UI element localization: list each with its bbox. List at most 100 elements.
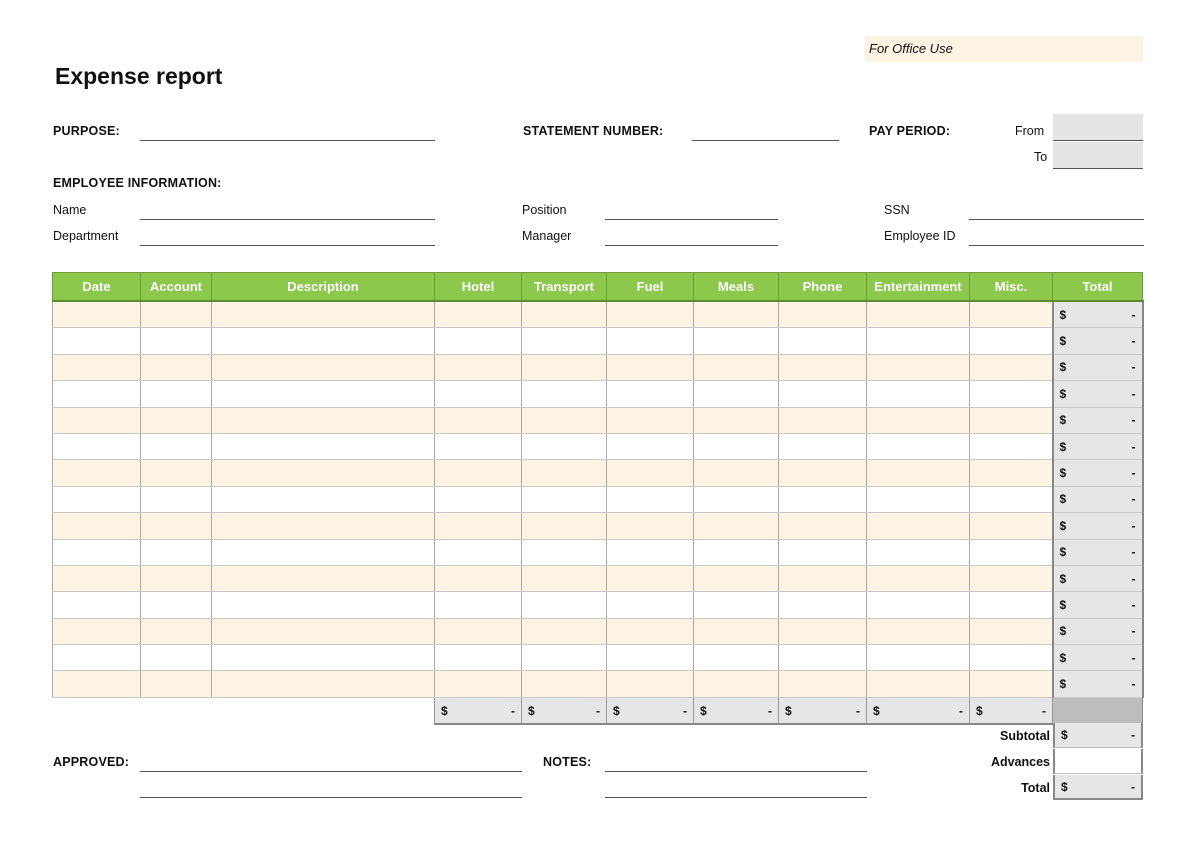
cell-hotel[interactable]	[434, 459, 522, 487]
cell-hotel[interactable]	[434, 433, 522, 461]
cell-meals[interactable]	[693, 459, 779, 487]
cell-entertainment[interactable]	[866, 433, 970, 461]
cell-phone[interactable]	[778, 459, 867, 487]
cell-account[interactable]	[140, 591, 212, 619]
cell-misc[interactable]	[969, 433, 1053, 461]
cell-entertainment[interactable]	[866, 618, 970, 646]
cell-phone[interactable]	[778, 644, 867, 672]
statement-number-field[interactable]	[692, 140, 839, 141]
cell-description[interactable]	[211, 433, 435, 461]
cell-date[interactable]	[52, 433, 141, 461]
cell-meals[interactable]	[693, 618, 779, 646]
cell-date[interactable]	[52, 512, 141, 540]
cell-account[interactable]	[140, 354, 212, 382]
cell-description[interactable]	[211, 459, 435, 487]
cell-fuel[interactable]	[606, 301, 694, 329]
cell-entertainment[interactable]	[866, 354, 970, 382]
cell-account[interactable]	[140, 459, 212, 487]
cell-account[interactable]	[140, 380, 212, 408]
cell-hotel[interactable]	[434, 380, 522, 408]
cell-misc[interactable]	[969, 618, 1053, 646]
cell-fuel[interactable]	[606, 433, 694, 461]
cell-transport[interactable]	[521, 433, 607, 461]
cell-date[interactable]	[52, 565, 141, 593]
cell-date[interactable]	[52, 670, 141, 698]
cell-meals[interactable]	[693, 301, 779, 329]
cell-hotel[interactable]	[434, 565, 522, 593]
cell-description[interactable]	[211, 670, 435, 698]
employee-id-field[interactable]	[969, 245, 1144, 246]
department-field[interactable]	[140, 245, 435, 246]
cell-meals[interactable]	[693, 512, 779, 540]
cell-description[interactable]	[211, 407, 435, 434]
cell-hotel[interactable]	[434, 327, 522, 355]
cell-hotel[interactable]	[434, 512, 522, 540]
cell-transport[interactable]	[521, 407, 607, 434]
cell-entertainment[interactable]	[866, 512, 970, 540]
cell-phone[interactable]	[778, 301, 867, 329]
cell-account[interactable]	[140, 433, 212, 461]
cell-date[interactable]	[52, 618, 141, 646]
name-field[interactable]	[140, 219, 435, 220]
approved-field-1[interactable]	[140, 771, 522, 772]
cell-hotel[interactable]	[434, 618, 522, 646]
cell-misc[interactable]	[969, 539, 1053, 566]
cell-entertainment[interactable]	[866, 407, 970, 434]
cell-date[interactable]	[52, 591, 141, 619]
advances-field[interactable]	[1053, 749, 1143, 774]
cell-misc[interactable]	[969, 380, 1053, 408]
cell-misc[interactable]	[969, 670, 1053, 698]
cell-account[interactable]	[140, 565, 212, 593]
cell-meals[interactable]	[693, 407, 779, 434]
cell-phone[interactable]	[778, 670, 867, 698]
cell-account[interactable]	[140, 618, 212, 646]
cell-misc[interactable]	[969, 354, 1053, 382]
cell-account[interactable]	[140, 486, 212, 514]
cell-entertainment[interactable]	[866, 301, 970, 329]
cell-date[interactable]	[52, 459, 141, 487]
cell-description[interactable]	[211, 539, 435, 566]
cell-meals[interactable]	[693, 486, 779, 514]
cell-hotel[interactable]	[434, 644, 522, 672]
ssn-field[interactable]	[969, 219, 1144, 220]
cell-meals[interactable]	[693, 539, 779, 566]
cell-fuel[interactable]	[606, 591, 694, 619]
cell-meals[interactable]	[693, 380, 779, 408]
cell-phone[interactable]	[778, 539, 867, 566]
cell-fuel[interactable]	[606, 327, 694, 355]
cell-phone[interactable]	[778, 407, 867, 434]
cell-account[interactable]	[140, 512, 212, 540]
cell-transport[interactable]	[521, 565, 607, 593]
cell-meals[interactable]	[693, 670, 779, 698]
cell-date[interactable]	[52, 407, 141, 434]
cell-phone[interactable]	[778, 327, 867, 355]
cell-fuel[interactable]	[606, 380, 694, 408]
cell-fuel[interactable]	[606, 354, 694, 382]
cell-meals[interactable]	[693, 565, 779, 593]
cell-date[interactable]	[52, 486, 141, 514]
cell-phone[interactable]	[778, 486, 867, 514]
cell-transport[interactable]	[521, 380, 607, 408]
cell-transport[interactable]	[521, 618, 607, 646]
cell-hotel[interactable]	[434, 407, 522, 434]
cell-meals[interactable]	[693, 591, 779, 619]
cell-account[interactable]	[140, 327, 212, 355]
cell-fuel[interactable]	[606, 565, 694, 593]
cell-account[interactable]	[140, 301, 212, 329]
position-field[interactable]	[605, 219, 778, 220]
cell-entertainment[interactable]	[866, 380, 970, 408]
cell-misc[interactable]	[969, 459, 1053, 487]
cell-fuel[interactable]	[606, 670, 694, 698]
cell-misc[interactable]	[969, 486, 1053, 514]
cell-meals[interactable]	[693, 327, 779, 355]
cell-misc[interactable]	[969, 512, 1053, 540]
cell-fuel[interactable]	[606, 618, 694, 646]
cell-phone[interactable]	[778, 565, 867, 593]
cell-entertainment[interactable]	[866, 644, 970, 672]
cell-misc[interactable]	[969, 407, 1053, 434]
cell-phone[interactable]	[778, 354, 867, 382]
cell-entertainment[interactable]	[866, 539, 970, 566]
cell-phone[interactable]	[778, 512, 867, 540]
notes-field-2[interactable]	[605, 797, 867, 798]
manager-field[interactable]	[605, 245, 778, 246]
